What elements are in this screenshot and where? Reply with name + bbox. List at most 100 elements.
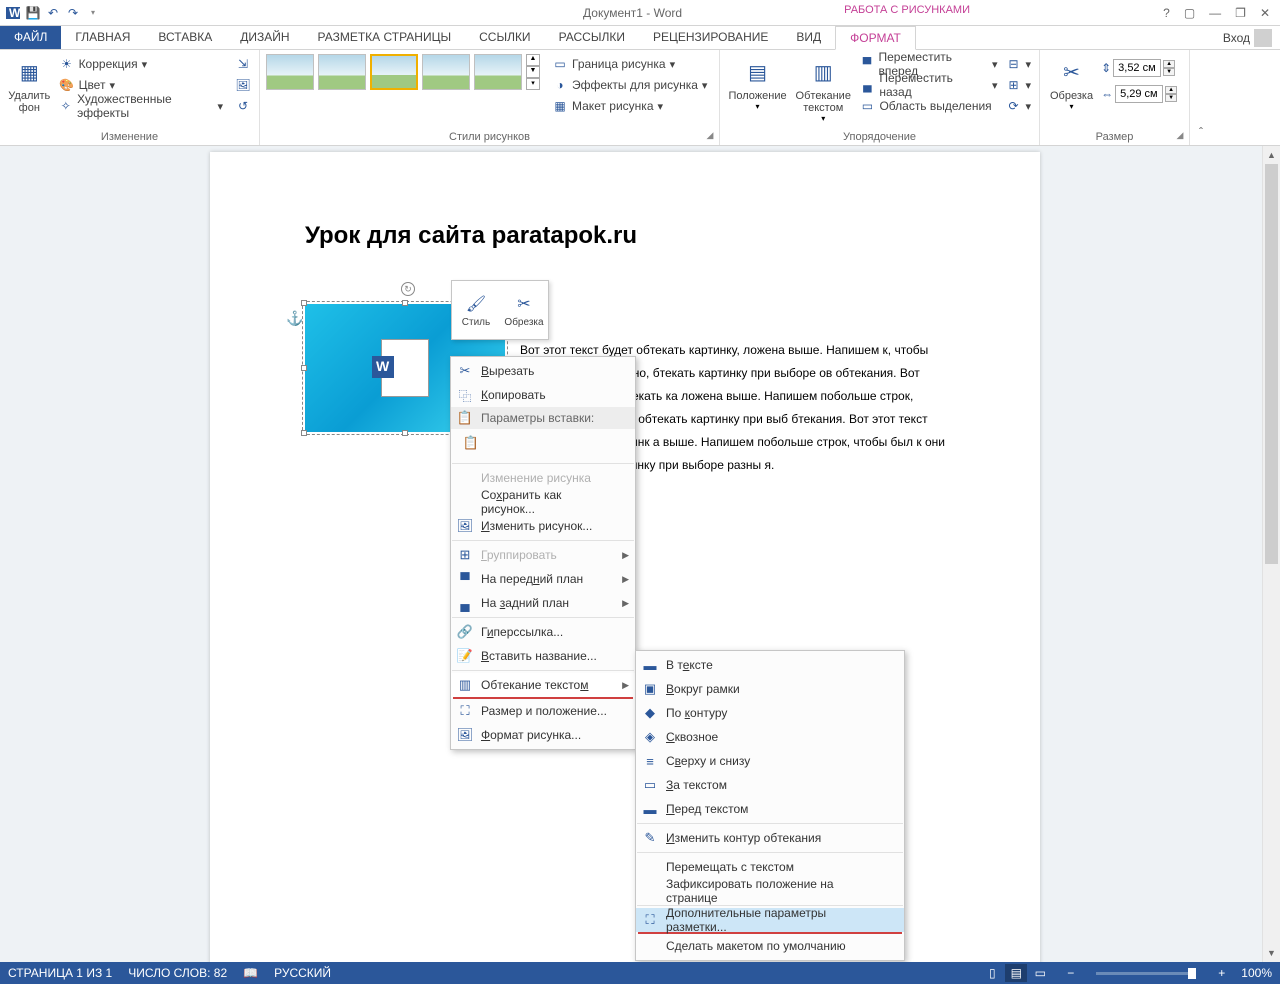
tab-review[interactable]: РЕЦЕНЗИРОВАНИЕ — [639, 26, 782, 49]
group-button[interactable]: ⊞▾ — [1003, 75, 1033, 95]
tab-format[interactable]: ФОРМАТ — [835, 26, 916, 50]
ctx-copy[interactable]: ⿻Копировать — [451, 383, 635, 407]
ctx-size-position[interactable]: ⛶Размер и положение... — [451, 699, 635, 723]
rotate-button[interactable]: ⟳▾ — [1003, 96, 1033, 116]
wrap-more-options[interactable]: ⛶Дополнительные параметры разметки... — [636, 908, 904, 932]
selection-pane-button[interactable]: ▭Область выделения — [857, 96, 999, 116]
height-input[interactable] — [1113, 59, 1161, 77]
tab-page-layout[interactable]: РАЗМЕТКА СТРАНИЦЫ — [304, 26, 466, 49]
zoom-out-icon[interactable]: − — [1067, 966, 1074, 980]
spellcheck-icon[interactable]: 📖 — [243, 966, 258, 980]
resize-handle[interactable] — [402, 300, 408, 306]
ctx-bring-front[interactable]: ▀На передний план▶ — [451, 567, 635, 591]
ctx-insert-caption[interactable]: 📝Вставить название... — [451, 644, 635, 668]
style-thumb[interactable] — [318, 54, 366, 90]
wrap-text-button[interactable]: ▥Обтекание текстом▾ — [793, 54, 853, 125]
height-spinner[interactable]: ▲▼ — [1163, 60, 1175, 76]
minimize-icon[interactable]: — — [1209, 6, 1221, 20]
ctx-save-as-image[interactable]: Сохранить как рисунок... — [451, 490, 635, 514]
wrap-through[interactable]: ◈Сквозное — [636, 725, 904, 749]
print-layout-icon[interactable]: ▤ — [1005, 964, 1027, 982]
login-button[interactable]: Вход — [1215, 26, 1280, 49]
vertical-scrollbar[interactable]: ▲ ▼ — [1262, 146, 1280, 962]
maximize-icon[interactable]: ❐ — [1235, 6, 1246, 20]
wrap-fix-position[interactable]: Зафиксировать положение на странице — [636, 879, 904, 903]
style-thumb-selected[interactable] — [370, 54, 418, 90]
resize-handle[interactable] — [301, 300, 307, 306]
resize-handle[interactable] — [402, 430, 408, 436]
wrap-behind[interactable]: ▭За текстом — [636, 773, 904, 797]
artistic-effects-button[interactable]: ✧Художественные эффекты ▾ — [57, 96, 225, 116]
mini-crop-button[interactable]: ✂Обрезка — [500, 281, 548, 339]
width-input[interactable] — [1115, 85, 1163, 103]
compress-button[interactable]: ⇲ — [233, 54, 253, 74]
picture-layout-button[interactable]: ▦Макет рисунка ▾ — [550, 96, 709, 116]
mini-style-button[interactable]: 🖌Стиль — [452, 281, 500, 339]
width-spinner[interactable]: ▲▼ — [1165, 86, 1177, 102]
size-launcher-icon[interactable]: ◢ — [1174, 130, 1186, 142]
corrections-button[interactable]: ☀Коррекция ▾ — [57, 54, 225, 74]
undo-icon[interactable]: ↶ — [44, 4, 62, 22]
close-icon[interactable]: ✕ — [1260, 6, 1270, 20]
wrap-topbottom[interactable]: ≡Сверху и снизу — [636, 749, 904, 773]
tab-insert[interactable]: ВСТАВКА — [144, 26, 226, 49]
scroll-up-icon[interactable]: ▲ — [1263, 146, 1280, 164]
crop-button[interactable]: ✂Обрезка▾ — [1046, 54, 1097, 113]
ctx-send-back[interactable]: ▄На задний план▶ — [451, 591, 635, 615]
ribbon-display-icon[interactable]: ▢ — [1184, 6, 1195, 20]
styles-launcher-icon[interactable]: ◢ — [704, 130, 716, 142]
width-field[interactable]: ⇔▲▼ — [1101, 84, 1177, 104]
tab-design[interactable]: ДИЗАЙН — [226, 26, 303, 49]
page[interactable]: Урок для сайта paratapok.ru Вот этот тек… — [210, 152, 1040, 962]
ctx-paste-option[interactable]: 📋 — [451, 429, 635, 461]
collapse-ribbon-icon[interactable]: ˆ — [1190, 50, 1212, 145]
tab-references[interactable]: ССЫЛКИ — [465, 26, 544, 49]
save-icon[interactable]: 💾 — [24, 4, 42, 22]
redo-icon[interactable]: ↷ — [64, 4, 82, 22]
wrap-square[interactable]: ▣Вокруг рамки — [636, 677, 904, 701]
resize-handle[interactable] — [301, 430, 307, 436]
web-layout-icon[interactable]: ▭ — [1029, 964, 1051, 982]
resize-handle[interactable] — [301, 365, 307, 371]
qat-more-icon[interactable]: ▾ — [84, 4, 102, 22]
scroll-down-icon[interactable]: ▼ — [1263, 944, 1280, 962]
wrap-tight[interactable]: ◆По контуру — [636, 701, 904, 725]
wrap-infront[interactable]: ▬Перед текстом — [636, 797, 904, 821]
ctx-hyperlink[interactable]: 🔗Гиперссылка... — [451, 620, 635, 644]
ctx-cut[interactable]: ✂Вырезать — [451, 359, 635, 383]
document-area[interactable]: Урок для сайта paratapok.ru Вот этот тек… — [0, 146, 1262, 962]
ctx-format-picture[interactable]: 🖼Формат рисунка... — [451, 723, 635, 747]
scroll-thumb[interactable] — [1265, 164, 1278, 564]
tab-view[interactable]: ВИД — [782, 26, 835, 49]
style-gallery[interactable]: ▲▼▾ — [266, 54, 540, 90]
tab-home[interactable]: ГЛАВНАЯ — [61, 26, 144, 49]
send-backward-button[interactable]: ▄Переместить назад ▾ — [857, 75, 999, 95]
language-status[interactable]: РУССКИЙ — [274, 966, 331, 980]
style-thumb[interactable] — [422, 54, 470, 90]
page-status[interactable]: СТРАНИЦА 1 ИЗ 1 — [8, 966, 112, 980]
zoom-slider[interactable] — [1096, 972, 1196, 975]
zoom-level[interactable]: 100% — [1241, 966, 1272, 980]
style-thumb[interactable] — [266, 54, 314, 90]
picture-effects-button[interactable]: ◑Эффекты для рисунка ▾ — [550, 75, 709, 95]
change-pic-button[interactable]: 🖼 — [233, 75, 253, 95]
height-field[interactable]: ⇕▲▼ — [1101, 58, 1177, 78]
picture-border-button[interactable]: ▭Граница рисунка ▾ — [550, 54, 709, 74]
style-thumb[interactable] — [474, 54, 522, 90]
wrap-edit-points[interactable]: ✎Изменить контур обтекания — [636, 826, 904, 850]
rotate-handle[interactable]: ↻ — [401, 282, 415, 296]
wrap-set-default[interactable]: Сделать макетом по умолчанию — [636, 934, 904, 958]
zoom-in-icon[interactable]: + — [1218, 966, 1225, 980]
reset-pic-button[interactable]: ↺ — [233, 96, 253, 116]
ctx-wrap-text[interactable]: ▥Обтекание текстом▶ — [451, 673, 635, 697]
position-button[interactable]: ▤Положение▾ — [726, 54, 789, 113]
word-count[interactable]: ЧИСЛО СЛОВ: 82 — [128, 966, 227, 980]
tab-file[interactable]: ФАЙЛ — [0, 26, 61, 49]
remove-background-button[interactable]: ▦ Удалить фон — [6, 54, 53, 116]
tab-mailings[interactable]: РАССЫЛКИ — [545, 26, 639, 49]
wrap-move-with-text[interactable]: Перемещать с текстом — [636, 855, 904, 879]
gallery-scroll[interactable]: ▲▼▾ — [526, 54, 540, 90]
align-button[interactable]: ⊟▾ — [1003, 54, 1033, 74]
help-icon[interactable]: ? — [1163, 6, 1170, 20]
read-mode-icon[interactable]: ▯ — [981, 964, 1003, 982]
